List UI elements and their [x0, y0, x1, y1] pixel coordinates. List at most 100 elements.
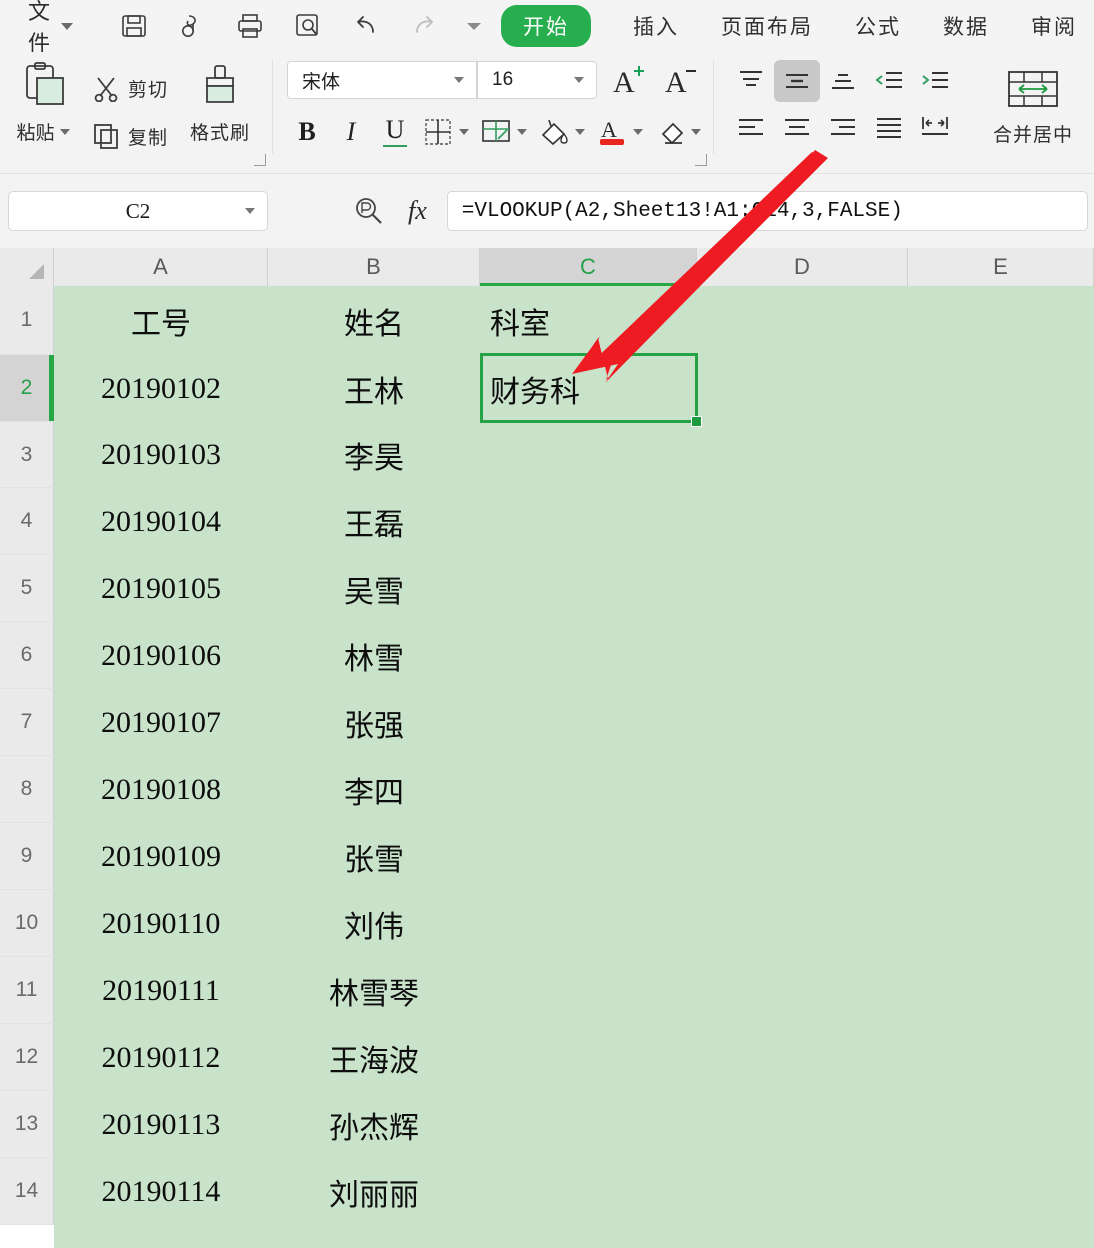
cell-a6[interactable]: 20190106 [54, 622, 268, 689]
chevron-down-icon[interactable] [633, 129, 643, 135]
cell-a1[interactable]: 工号 [54, 286, 268, 355]
cell-b8[interactable]: 李四 [268, 756, 480, 823]
increase-indent-button[interactable] [912, 60, 958, 102]
cell-a7[interactable]: 20190107 [54, 689, 268, 756]
cell-a5[interactable]: 20190105 [54, 555, 268, 622]
row-header-5[interactable]: 5 [0, 555, 54, 622]
bold-button[interactable]: B [287, 112, 327, 152]
save-icon[interactable] [119, 11, 149, 41]
align-middle-button[interactable] [774, 60, 820, 102]
cell-style-button[interactable] [477, 113, 515, 151]
column-header-d[interactable]: D [697, 248, 908, 286]
column-header-c[interactable]: C [480, 248, 697, 287]
decrease-indent-button[interactable] [866, 60, 912, 102]
cell-a4[interactable]: 20190104 [54, 488, 268, 555]
row-header-9[interactable]: 9 [0, 823, 54, 890]
row-header-14[interactable]: 14 [0, 1158, 54, 1225]
row-header-1[interactable]: 1 [0, 286, 54, 355]
distributed-align-button[interactable] [912, 106, 958, 148]
merge-center-button[interactable]: 合并居中 [978, 60, 1088, 147]
cell-b1[interactable]: 姓名 [268, 286, 480, 355]
cell-a3[interactable]: 20190103 [54, 422, 268, 488]
align-left-button[interactable] [728, 106, 774, 148]
cell-b6[interactable]: 林雪 [268, 622, 480, 689]
cell-a14[interactable]: 20190114 [54, 1158, 268, 1225]
borders-button[interactable] [419, 113, 457, 151]
cell-a9[interactable]: 20190109 [54, 823, 268, 890]
font-dialog-launcher-icon[interactable] [695, 154, 707, 166]
copy-button[interactable]: 复制 [86, 112, 174, 160]
column-header-e[interactable]: E [908, 248, 1094, 286]
italic-button[interactable]: I [331, 112, 371, 152]
tab-formula[interactable]: 公式 [855, 11, 901, 41]
font-name-select[interactable]: 宋体 [287, 61, 477, 99]
chevron-down-icon[interactable] [459, 129, 469, 135]
paste-button[interactable]: 粘贴 [0, 58, 86, 145]
cell-b11[interactable]: 林雪琴 [268, 957, 480, 1024]
cell-b2[interactable]: 王林 [268, 355, 480, 422]
cell-b13[interactable]: 孙杰辉 [268, 1091, 480, 1158]
row-header-4[interactable]: 4 [0, 488, 54, 555]
increase-font-size-button[interactable]: A [609, 60, 649, 100]
format-painter-button[interactable]: 格式刷 [174, 58, 266, 145]
chevron-down-icon[interactable] [454, 77, 464, 83]
chevron-down-icon[interactable] [574, 77, 584, 83]
row-header-6[interactable]: 6 [0, 622, 54, 689]
clipboard-dialog-launcher-icon[interactable] [254, 154, 266, 166]
font-color-button[interactable]: A [593, 113, 631, 151]
fill-color-button[interactable] [535, 113, 573, 151]
chevron-down-icon[interactable] [61, 22, 74, 30]
formula-input[interactable]: =VLOOKUP(A2,Sheet13!A1:C14,3,FALSE) [446, 191, 1088, 231]
align-center-button[interactable] [774, 106, 820, 148]
underline-button[interactable]: U [375, 112, 415, 152]
decrease-font-size-button[interactable]: A [661, 60, 701, 100]
align-bottom-button[interactable] [820, 60, 866, 102]
row-header-10[interactable]: 10 [0, 890, 54, 957]
print-preview-icon[interactable] [293, 11, 323, 41]
cell-c1[interactable]: 科室 [480, 286, 697, 355]
cell-b5[interactable]: 吴雪 [268, 555, 480, 622]
select-all-corner[interactable] [0, 248, 54, 286]
align-right-button[interactable] [820, 106, 866, 148]
cell-a12[interactable]: 20190112 [54, 1024, 268, 1091]
print-icon[interactable] [235, 11, 265, 41]
cell-a8[interactable]: 20190108 [54, 756, 268, 823]
cell-b9[interactable]: 张雪 [268, 823, 480, 890]
font-size-select[interactable]: 16 [477, 61, 597, 99]
cell-a13[interactable]: 20190113 [54, 1091, 268, 1158]
chevron-down-icon[interactable] [575, 129, 585, 135]
row-header-13[interactable]: 13 [0, 1091, 54, 1158]
cell-b10[interactable]: 刘伟 [268, 890, 480, 957]
cut-button[interactable]: 剪切 [86, 64, 174, 112]
tab-page-layout[interactable]: 页面布局 [721, 11, 813, 41]
tab-insert[interactable]: 插入 [633, 11, 679, 41]
row-header-12[interactable]: 12 [0, 1024, 54, 1091]
cell-b12[interactable]: 王海波 [268, 1024, 480, 1091]
search-icon[interactable] [352, 194, 386, 228]
chevron-down-icon[interactable] [517, 129, 527, 135]
file-menu-label[interactable]: 文件 [28, 0, 51, 58]
quick-access-more-icon[interactable] [467, 22, 482, 30]
clear-format-button[interactable] [651, 113, 689, 151]
chevron-down-icon[interactable] [245, 208, 255, 214]
chevron-down-icon[interactable] [59, 128, 70, 135]
align-top-button[interactable] [728, 60, 774, 102]
cell-b14[interactable]: 刘丽丽 [268, 1158, 480, 1225]
tab-data[interactable]: 数据 [943, 11, 989, 41]
redo-icon[interactable] [409, 11, 439, 41]
output-icon[interactable] [177, 11, 207, 41]
row-header-7[interactable]: 7 [0, 689, 54, 756]
cell-b3[interactable]: 李昊 [268, 422, 480, 488]
row-header-3[interactable]: 3 [0, 422, 54, 488]
column-header-a[interactable]: A [54, 248, 268, 286]
cell-c2[interactable]: 财务科 [480, 355, 697, 422]
cell-a10[interactable]: 20190110 [54, 890, 268, 957]
fill-handle[interactable] [691, 416, 702, 427]
undo-icon[interactable] [351, 11, 381, 41]
row-header-2[interactable]: 2 [0, 355, 54, 422]
row-header-11[interactable]: 11 [0, 957, 54, 1024]
column-header-b[interactable]: B [268, 248, 480, 286]
cell-a11[interactable]: 20190111 [54, 957, 268, 1024]
cell-b4[interactable]: 王磊 [268, 488, 480, 555]
cell-a2[interactable]: 20190102 [54, 355, 268, 422]
